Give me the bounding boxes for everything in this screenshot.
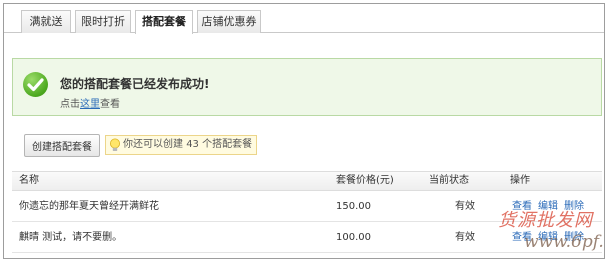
row-actions: 查看 编辑 删除 — [512, 192, 590, 222]
row-price: 100.00 — [336, 232, 371, 243]
table-row: 你遗忘的那年夏天曾经开满鲜花 150.00 有效 查看 编辑 删除 — [12, 192, 602, 222]
view-here-link[interactable]: 这里 — [80, 99, 100, 110]
lightbulb-icon — [110, 138, 120, 151]
tab-dian-pu-you-hui-quan[interactable]: 店铺优惠券 — [197, 10, 261, 33]
hint-count: 43 — [186, 139, 199, 150]
hint-prefix: 你还可以创建 — [123, 139, 183, 150]
create-package-button[interactable]: 创建搭配套餐 — [24, 134, 100, 157]
view-link[interactable]: 查看 — [512, 232, 532, 243]
view-link[interactable]: 查看 — [512, 201, 532, 212]
success-sub-prefix: 点击 — [60, 99, 80, 110]
panel-frame: 满就送 限时打折 搭配套餐 店铺优惠券 您的搭配套餐已经发布成功! 点击这里查看… — [3, 3, 605, 259]
edit-link[interactable]: 编辑 — [538, 201, 558, 212]
row-status: 有效 — [455, 232, 475, 243]
header-price: 套餐价格(元) — [336, 175, 394, 186]
hint-text: 你还可以创建 43 个搭配套餐 — [123, 136, 252, 154]
check-icon — [23, 72, 48, 97]
row-name: 麒晴 测试，请不要删。 — [19, 232, 123, 243]
table-row: 麒晴 测试，请不要删。 100.00 有效 查看 编辑 删除 — [12, 223, 602, 253]
header-ops: 操作 — [510, 175, 530, 186]
tab-bar: 满就送 限时打折 搭配套餐 店铺优惠券 — [4, 4, 604, 34]
row-price: 150.00 — [336, 201, 371, 212]
row-status: 有效 — [455, 201, 475, 212]
tab-da-pei-tao-can[interactable]: 搭配套餐 — [135, 10, 193, 34]
success-sub-suffix: 查看 — [100, 99, 120, 110]
header-status: 当前状态 — [429, 175, 469, 186]
success-title: 您的搭配套餐已经发布成功! — [60, 77, 210, 91]
tab-man-jiu-song[interactable]: 满就送 — [21, 10, 71, 33]
delete-link[interactable]: 删除 — [564, 232, 584, 243]
row-name: 你遗忘的那年夏天曾经开满鲜花 — [19, 201, 159, 212]
table-header: 名称 套餐价格(元) 当前状态 操作 — [12, 171, 602, 191]
success-message: 您的搭配套餐已经发布成功! 点击这里查看 — [12, 58, 602, 116]
header-name: 名称 — [19, 175, 39, 186]
edit-link[interactable]: 编辑 — [538, 232, 558, 243]
remaining-hint: 你还可以创建 43 个搭配套餐 — [105, 135, 257, 155]
tab-xian-shi-da-zhe[interactable]: 限时打折 — [75, 10, 131, 33]
hint-suffix: 个搭配套餐 — [202, 139, 253, 150]
delete-link[interactable]: 删除 — [564, 201, 584, 212]
row-actions: 查看 编辑 删除 — [512, 223, 590, 253]
success-subtext: 点击这里查看 — [60, 95, 120, 110]
